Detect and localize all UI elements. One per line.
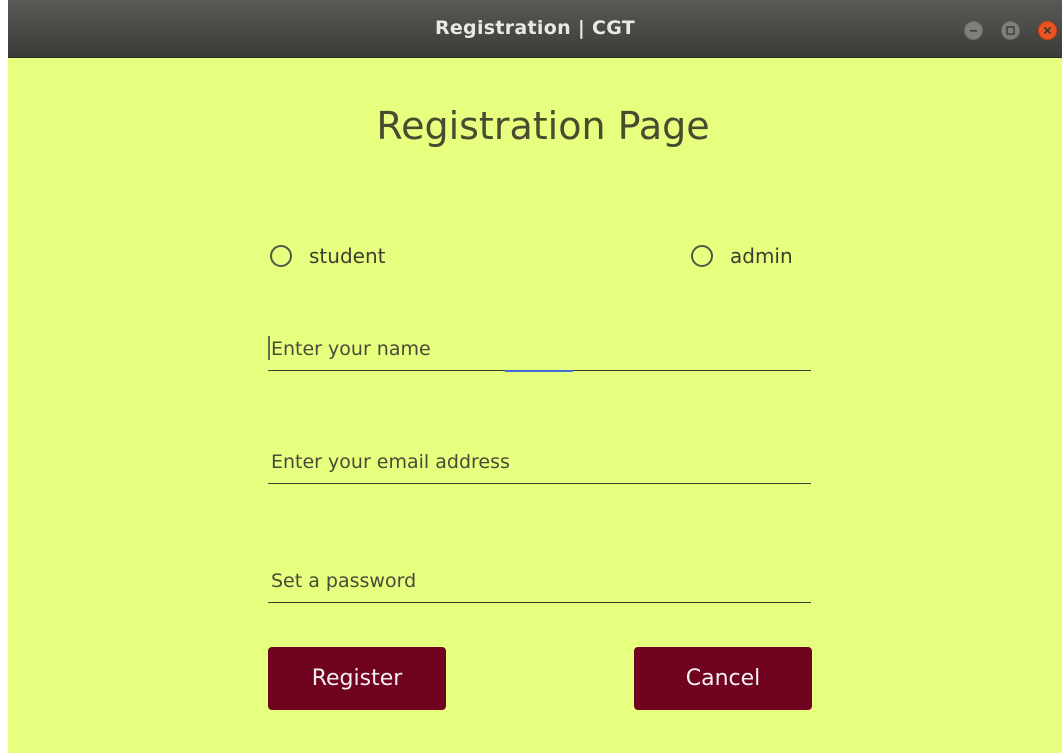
minimize-icon xyxy=(970,30,977,32)
radio-admin[interactable]: admin xyxy=(691,244,793,268)
minimize-button[interactable] xyxy=(964,21,983,40)
name-input[interactable] xyxy=(271,335,801,363)
radio-circle-icon[interactable] xyxy=(691,245,713,267)
close-button[interactable] xyxy=(1038,21,1057,40)
register-button[interactable]: Register xyxy=(268,647,446,710)
password-field[interactable] xyxy=(268,563,811,603)
focus-indicator xyxy=(505,370,573,372)
radio-student[interactable]: student xyxy=(270,244,385,268)
password-input[interactable] xyxy=(271,567,801,595)
email-input[interactable] xyxy=(271,448,801,476)
email-field[interactable] xyxy=(268,444,811,484)
close-icon xyxy=(1043,26,1052,35)
title-bar[interactable]: Registration | CGT xyxy=(8,0,1062,58)
name-field[interactable] xyxy=(268,331,811,372)
maximize-icon xyxy=(1006,26,1015,35)
text-caret xyxy=(268,336,270,360)
app-window: Registration | CGT Registration Page stu… xyxy=(8,0,1062,753)
radio-circle-icon[interactable] xyxy=(270,245,292,267)
radio-student-label[interactable]: student xyxy=(309,244,385,268)
page-title: Registration Page xyxy=(376,104,710,148)
maximize-button[interactable] xyxy=(1001,21,1020,40)
cancel-button[interactable]: Cancel xyxy=(634,647,812,710)
radio-admin-label[interactable]: admin xyxy=(730,244,793,268)
window-title: Registration | CGT xyxy=(434,17,636,39)
